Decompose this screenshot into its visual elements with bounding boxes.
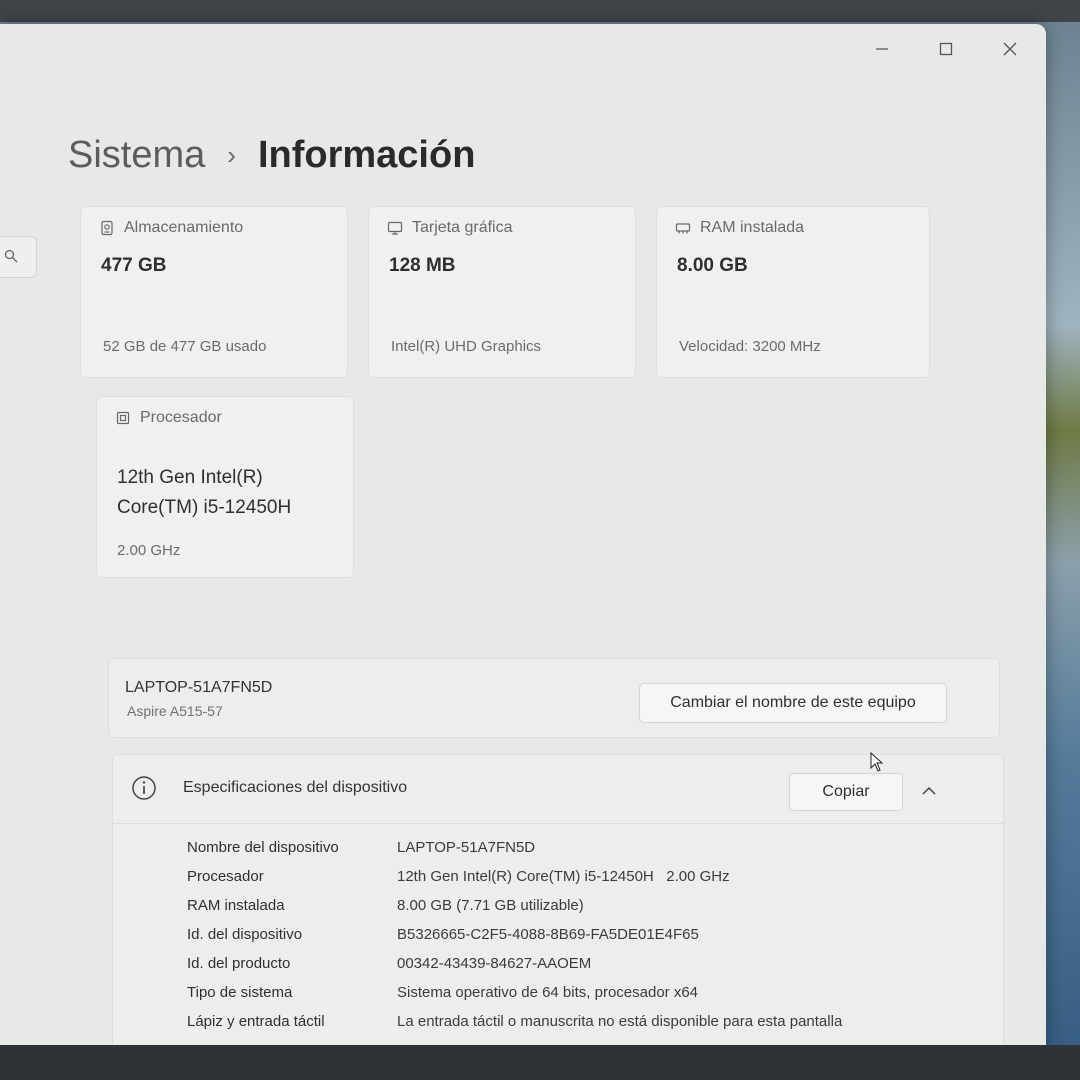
graphics-card-card: Tarjeta gráfica 128 MB Intel(R) UHD Grap… (368, 206, 636, 378)
minimize-button[interactable] (852, 34, 912, 66)
storage-card-title: Almacenamiento (124, 219, 244, 236)
screen-bezel-top (0, 0, 1080, 22)
device-name-panel: LAPTOP-51A7FN5D Aspire A515-57 Cambiar e… (108, 658, 1000, 738)
search-icon (4, 249, 18, 263)
screen-bezel-bottom (0, 1045, 1080, 1080)
ram-icon (675, 223, 691, 234)
spec-label: Tipo de sistema (187, 984, 293, 1001)
ram-card-header: RAM instalada (675, 219, 804, 237)
info-icon (132, 776, 156, 800)
graphics-card-title: Tarjeta gráfica (412, 219, 513, 236)
spec-value: B5326665-C2F5-4088-8B69-FA5DE01E4F65 (397, 926, 699, 943)
storage-card-header: Almacenamiento (99, 219, 243, 237)
processor-card-header: Procesador (115, 409, 222, 427)
graphics-card-header: Tarjeta gráfica (387, 219, 513, 237)
graphics-card-icon (387, 221, 403, 235)
close-icon (1003, 42, 1017, 56)
ram-card-subtitle: Velocidad: 3200 MHz (679, 338, 821, 355)
processor-card-value-line2: Core(TM) i5-12450H (117, 497, 292, 518)
spec-row-ram: RAM instalada 8.00 GB (7.71 GB utilizabl… (187, 897, 967, 926)
ram-card-title: RAM instalada (700, 219, 805, 236)
device-specs-panel: Especificaciones del dispositivo Copiar … (112, 754, 1004, 1054)
maximize-button[interactable] (916, 34, 976, 66)
breadcrumb-separator: › (227, 140, 236, 170)
processor-icon (116, 411, 130, 425)
search-box[interactable] (0, 236, 37, 278)
spec-value: 00342-43439-84627-AAOEM (397, 955, 592, 972)
minimize-icon (876, 48, 888, 50)
spec-row-device-name: Nombre del dispositivo LAPTOP-51A7FN5D (187, 839, 967, 868)
spec-label: Nombre del dispositivo (187, 839, 339, 856)
spec-label: Id. del producto (187, 955, 291, 972)
close-button[interactable] (980, 34, 1040, 66)
graphics-card-subtitle: Intel(R) UHD Graphics (391, 338, 542, 355)
chevron-up-icon[interactable] (913, 777, 945, 805)
processor-card-title: Procesador (140, 409, 222, 426)
storage-card-value: 477 GB (101, 255, 167, 276)
processor-card: Procesador 12th Gen Intel(R) Core(TM) i5… (96, 396, 354, 578)
storage-card-subtitle: 52 GB de 477 GB usado (103, 338, 267, 355)
spec-value: LAPTOP-51A7FN5D (397, 839, 536, 856)
device-name: LAPTOP-51A7FN5D (125, 679, 273, 696)
spec-row-product-id: Id. del producto 00342-43439-84627-AAOEM (187, 955, 967, 984)
processor-card-subtitle: 2.00 GHz (117, 542, 181, 559)
page-title: Información (257, 134, 476, 176)
processor-card-value: 12th Gen Intel(R) Core(TM) i5-12450H (117, 463, 291, 523)
storage-card: Almacenamiento 477 GB 52 GB de 477 GB us… (80, 206, 348, 378)
rename-pc-button[interactable]: Cambiar el nombre de este equipo (639, 683, 947, 723)
device-specs-list: Nombre del dispositivo LAPTOP-51A7FN5D P… (187, 839, 967, 1054)
storage-icon (101, 220, 113, 236)
ram-card: RAM instalada 8.00 GB Velocidad: 3200 MH… (656, 206, 930, 378)
spec-row-processor: Procesador 12th Gen Intel(R) Core(TM) i5… (187, 868, 967, 897)
mouse-cursor-icon (870, 752, 884, 772)
breadcrumb: Sistema › Información (68, 134, 475, 177)
maximize-icon (939, 42, 953, 56)
spec-label: Id. del dispositivo (187, 926, 303, 943)
spec-label: Procesador (187, 868, 264, 885)
device-model: Aspire A515-57 (127, 703, 223, 719)
spec-value: 8.00 GB (7.71 GB utilizable) (397, 897, 584, 914)
spec-row-device-id: Id. del dispositivo B5326665-C2F5-4088-8… (187, 926, 967, 955)
graphics-card-value: 128 MB (389, 255, 456, 276)
device-specs-title: Especificaciones del dispositivo (183, 779, 408, 796)
spec-label: RAM instalada (187, 897, 285, 914)
breadcrumb-parent-sistema[interactable]: Sistema (68, 134, 205, 177)
spec-value: Sistema operativo de 64 bits, procesador… (397, 984, 699, 1001)
spec-value: 12th Gen Intel(R) Core(TM) i5-12450H 2.0… (397, 868, 730, 885)
ram-card-value: 8.00 GB (677, 255, 748, 276)
copy-button[interactable]: Copiar (789, 773, 903, 811)
processor-card-value-line1: 12th Gen Intel(R) (117, 467, 263, 488)
settings-window: Sistema › Información Almacenamiento 477… (0, 24, 1046, 1054)
spec-row-system-type: Tipo de sistema Sistema operativo de 64 … (187, 984, 967, 1013)
